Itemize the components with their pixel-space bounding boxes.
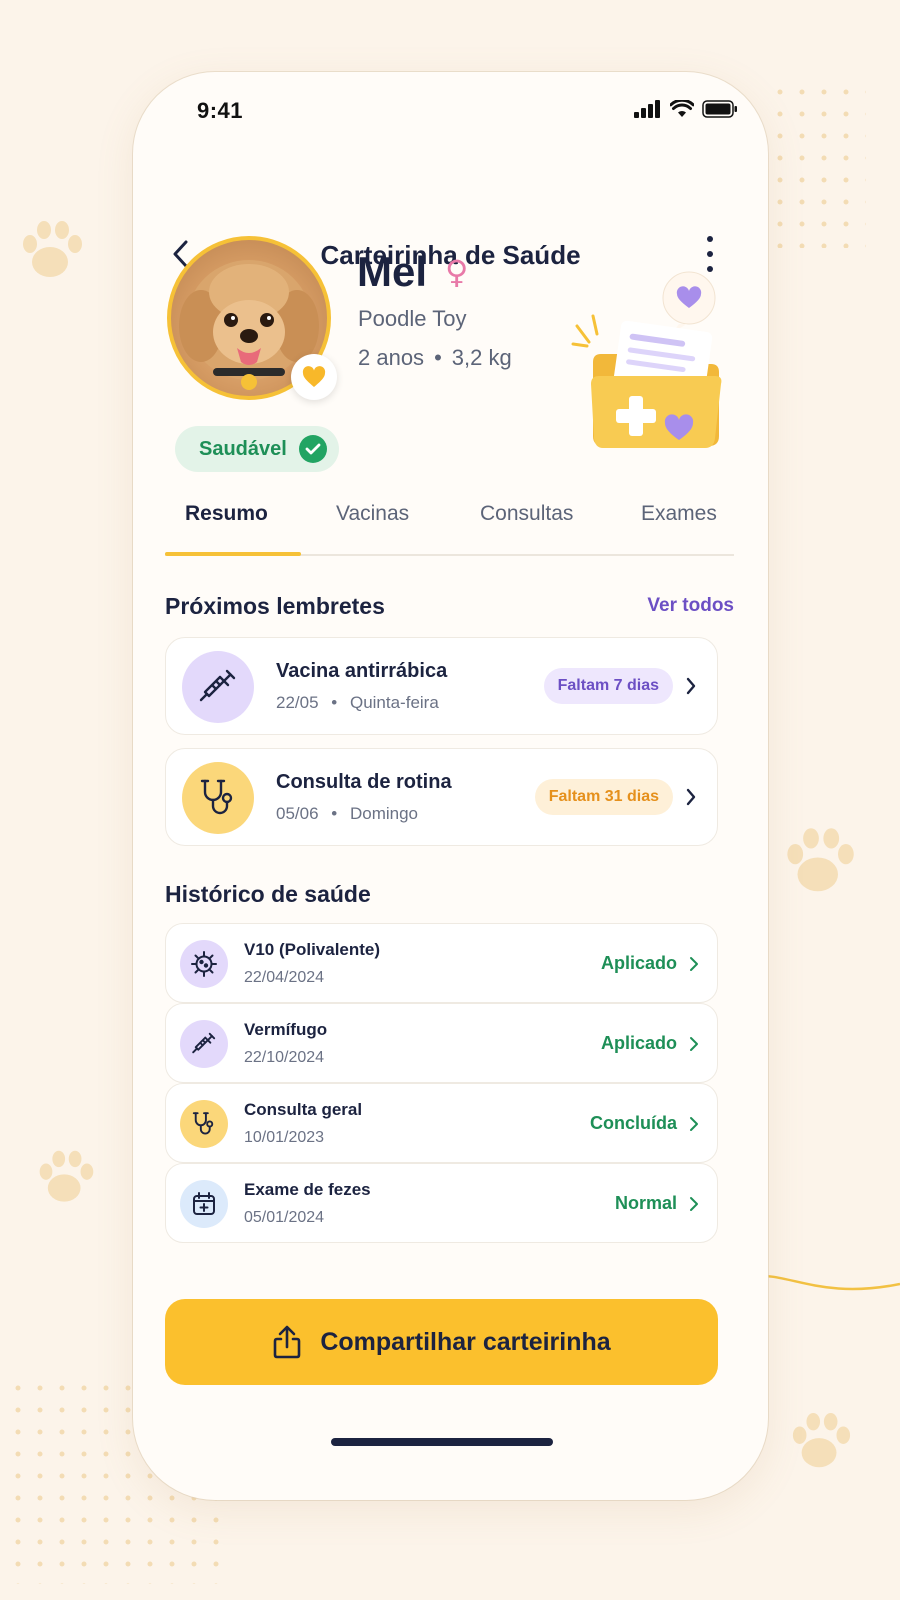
reminder-card[interactable]: Vacina antirrábica 22/05 • Quinta-feira … xyxy=(165,637,718,735)
paw-decoration-icon xyxy=(23,221,82,277)
female-icon: ♀ xyxy=(445,253,469,291)
heart-icon xyxy=(302,366,326,387)
tab-consultas[interactable]: Consultas xyxy=(480,502,573,526)
wifi-icon xyxy=(670,100,694,117)
paw-decoration-icon xyxy=(792,1412,851,1468)
tab-resumo[interactable]: Resumo xyxy=(185,502,268,526)
history-item-date: 10/01/2023 xyxy=(244,1129,325,1146)
history-icon-circle xyxy=(180,1020,228,1068)
stethoscope-icon xyxy=(200,779,233,815)
paw-decoration-icon xyxy=(39,1150,94,1202)
reminders-title: Próximos lembretes xyxy=(165,593,385,619)
history-icon-circle xyxy=(180,1180,228,1228)
history-item-date: 22/04/2024 xyxy=(244,969,325,986)
phone-frame: 9:41 Carteirinha de Saúde Mel ♀ Poodle T… xyxy=(133,72,768,1500)
pet-meta: 2 anos • 3,2 kg xyxy=(358,345,512,371)
history-item-status: Aplicado xyxy=(600,1033,677,1053)
history-item-status: Aplicado xyxy=(600,953,677,973)
reminder-card[interactable]: Consulta de rotina 05/06 • Domingo Falta… xyxy=(165,748,718,846)
chevron-right-icon xyxy=(686,677,696,695)
tab-bar: Resumo Vacinas Consultas Exames xyxy=(165,502,734,556)
pet-age: 2 anos xyxy=(358,345,425,370)
history-icon-circle xyxy=(180,940,228,988)
history-item-status: Normal xyxy=(614,1193,677,1213)
health-status-badge: Saudável xyxy=(175,426,339,472)
share-icon xyxy=(274,1325,301,1359)
wave-decoration xyxy=(750,1274,900,1291)
reminder-icon-circle xyxy=(182,762,254,834)
health-status-label: Saudável xyxy=(199,437,287,460)
stethoscope-icon xyxy=(192,1112,214,1135)
dots-decoration xyxy=(776,88,866,248)
reminder-weekday: Quinta-feira xyxy=(349,693,439,712)
active-tab-indicator xyxy=(165,552,301,556)
status-bar: 9:41 xyxy=(133,98,768,128)
share-button-label: Compartilhar carteirinha xyxy=(320,1327,611,1356)
more-dot xyxy=(707,236,713,242)
reminder-title: Vacina antirrábica xyxy=(276,660,448,682)
history-row[interactable]: Consulta geral 10/01/2023 Concluída xyxy=(165,1083,718,1163)
check-icon xyxy=(305,443,321,455)
meta-separator: • xyxy=(434,345,442,370)
reminder-icon-circle xyxy=(182,651,254,723)
reminder-date-value: 05/06 xyxy=(276,804,319,823)
reminder-date-sep: • xyxy=(331,804,338,823)
reminder-title: Consulta de rotina xyxy=(276,771,452,793)
more-dot xyxy=(707,251,713,257)
history-item-status: Concluída xyxy=(589,1113,677,1133)
history-row[interactable]: Exame de fezes 05/01/2024 Normal xyxy=(165,1163,718,1243)
reminder-date-sep: • xyxy=(331,693,338,712)
history-item-title: Consulta geral xyxy=(244,1100,363,1119)
history-item-date: 22/10/2024 xyxy=(244,1049,325,1066)
history-item-title: V10 (Polivalente) xyxy=(244,940,381,959)
virus-icon xyxy=(191,951,217,977)
see-all-link[interactable]: Ver todos xyxy=(647,595,734,617)
tab-exames[interactable]: Exames xyxy=(641,502,717,526)
reminder-date-value: 22/05 xyxy=(276,693,319,712)
pet-breed: Poodle Toy xyxy=(358,306,467,331)
check-circle-icon xyxy=(298,435,327,463)
chevron-right-icon xyxy=(690,957,698,971)
calendar-plus-icon xyxy=(193,1192,215,1215)
pet-name: Mel xyxy=(357,248,428,295)
home-indicator[interactable] xyxy=(331,1438,553,1446)
status-time: 9:41 xyxy=(197,98,244,123)
chevron-right-icon xyxy=(686,788,696,806)
favorite-button[interactable] xyxy=(291,354,337,400)
chevron-right-icon xyxy=(690,1197,698,1211)
history-title: Histórico de saúde xyxy=(165,881,371,907)
tab-vacinas[interactable]: Vacinas xyxy=(336,502,409,526)
reminder-date: 05/06 • Domingo xyxy=(276,804,418,824)
battery-icon xyxy=(702,100,737,118)
pet-avatar-wrap xyxy=(167,236,337,400)
history-item-title: Exame de fezes xyxy=(244,1180,371,1199)
history-row[interactable]: V10 (Polivalente) 22/04/2024 Aplicado xyxy=(165,923,718,1003)
share-card-button[interactable]: Compartilhar carteirinha xyxy=(165,1299,718,1385)
days-left-badge: Faltam 7 dias xyxy=(543,668,673,704)
pet-weight: 3,2 kg xyxy=(451,345,512,370)
history-item-date: 05/01/2024 xyxy=(244,1209,325,1226)
syringe-icon xyxy=(192,1032,216,1054)
paw-decoration-icon xyxy=(787,828,854,892)
more-options-button[interactable] xyxy=(702,236,718,272)
medical-folder-illustration xyxy=(571,271,722,448)
reminder-weekday: Domingo xyxy=(349,804,419,823)
signal-icon xyxy=(634,100,660,118)
reminder-date: 22/05 • Quinta-feira xyxy=(276,693,439,713)
chevron-right-icon xyxy=(690,1037,698,1051)
pet-name-row: Mel ♀ xyxy=(357,248,468,296)
history-icon-circle xyxy=(180,1100,228,1148)
history-item-title: Vermífugo xyxy=(244,1020,328,1039)
status-icons xyxy=(634,100,738,118)
syringe-icon xyxy=(199,669,236,702)
days-left-badge: Faltam 31 dias xyxy=(534,779,673,815)
history-row[interactable]: Vermífugo 22/10/2024 Aplicado xyxy=(165,1003,718,1083)
chevron-right-icon xyxy=(690,1117,698,1131)
